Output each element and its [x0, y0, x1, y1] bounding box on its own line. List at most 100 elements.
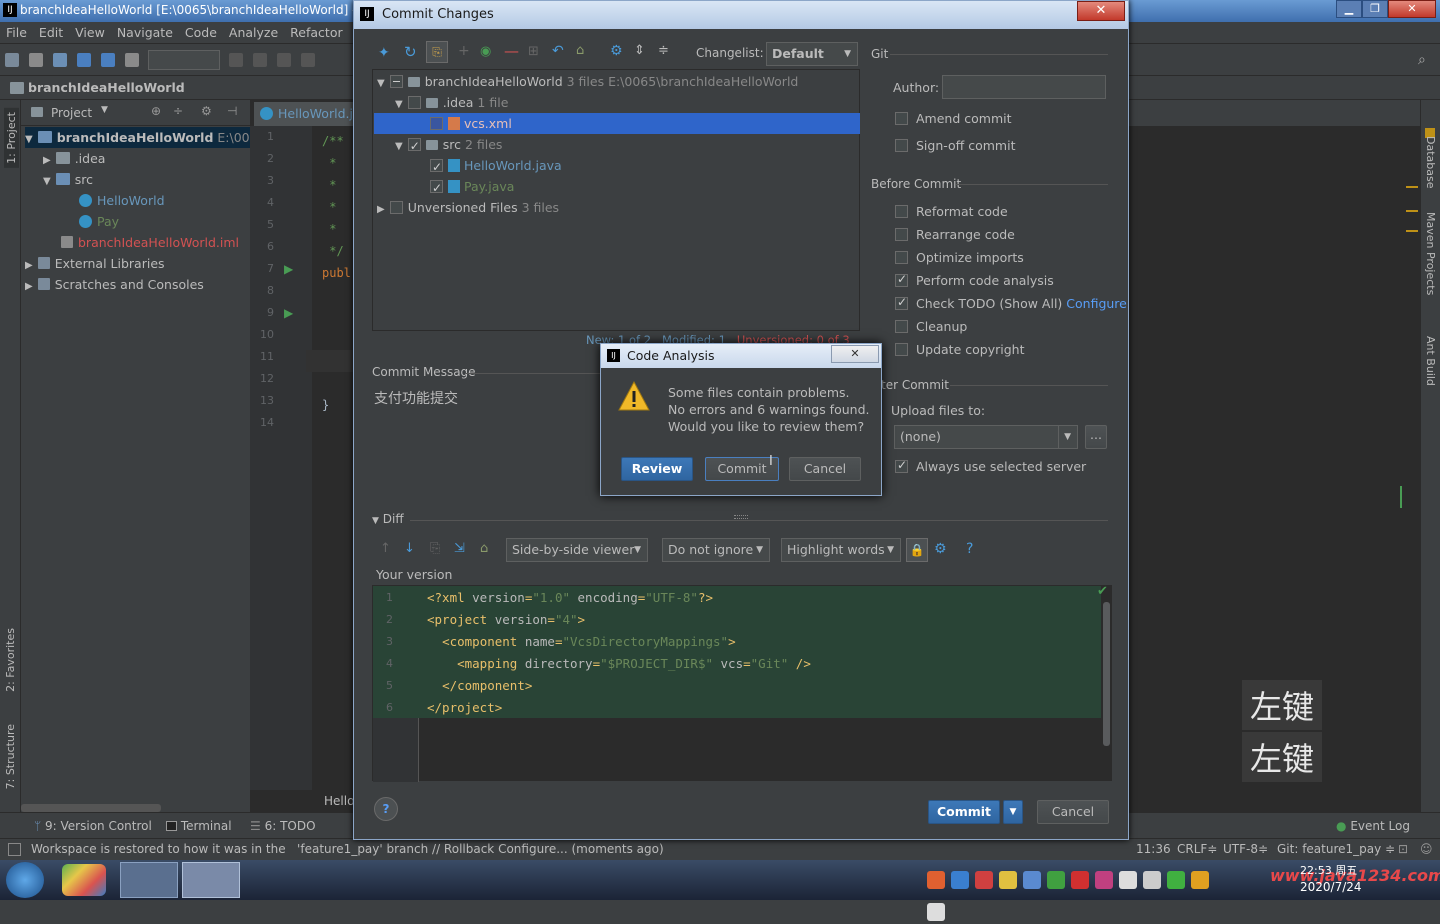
- previous-diff-icon[interactable]: ↑: [380, 541, 391, 556]
- back-icon[interactable]: [77, 53, 91, 67]
- signoff-commit-option[interactable]: Sign-off commit: [895, 138, 1016, 158]
- tray-shield-icon[interactable]: [999, 871, 1017, 889]
- tray-volume-icon[interactable]: [927, 903, 945, 921]
- collapse-all-icon[interactable]: ÷: [173, 104, 183, 118]
- partial-checkbox[interactable]: [389, 75, 403, 88]
- version-control-tab[interactable]: ᛘ 9: Version Control: [34, 819, 152, 833]
- tray-app-icon[interactable]: [975, 871, 993, 889]
- refresh-icon[interactable]: ↻: [404, 43, 417, 61]
- change-node-root[interactable]: ▼ branchIdeaHelloWorld 3 files E:\0065\br…: [377, 71, 798, 92]
- diff-viewer-combo[interactable]: Side-by-side viewer ▼: [506, 538, 648, 562]
- run-icon[interactable]: [228, 53, 243, 67]
- tree-node-module[interactable]: ▼ branchIdeaHelloWorld E:\0065: [25, 127, 266, 148]
- open-icon[interactable]: [5, 53, 19, 67]
- maven-tool-tab[interactable]: Maven Projects: [1424, 212, 1437, 295]
- optimize-imports-option[interactable]: Optimize imports: [895, 250, 1024, 270]
- taskbar-time[interactable]: 22:53 周五: [1300, 862, 1357, 878]
- save-icon[interactable]: [29, 53, 43, 67]
- tree-node-src[interactable]: ▼ src: [43, 169, 93, 190]
- tree-node-iml[interactable]: branchIdeaHelloWorld.iml: [61, 232, 239, 253]
- settings-gear-icon[interactable]: ⚙: [201, 104, 212, 118]
- diff-viewer[interactable]: 1 2 3 4 5 6 <?xml version="1.0" encoding…: [372, 584, 1112, 782]
- collapse-arrow-icon[interactable]: ▶: [43, 155, 51, 166]
- diff-scrollbar[interactable]: [1103, 602, 1110, 746]
- terminal-tab[interactable]: Terminal: [166, 819, 232, 833]
- coverage-icon[interactable]: [276, 53, 291, 67]
- close-window-button[interactable]: ✕: [1388, 0, 1436, 18]
- show-diff-icon[interactable]: ⎘: [426, 41, 448, 63]
- pin-icon[interactable]: ✦: [378, 45, 390, 61]
- check-todo-checkbox[interactable]: [895, 295, 908, 310]
- compare-icon[interactable]: ⌂: [480, 541, 488, 556]
- move-icon[interactable]: ◉: [480, 44, 491, 59]
- revert-icon[interactable]: ↶: [552, 43, 564, 59]
- cleanup-checkbox[interactable]: [895, 320, 908, 333]
- change-node-src[interactable]: ▼src 2 files: [395, 134, 502, 157]
- git-branch[interactable]: Git: feature1_pay ≑: [1277, 842, 1395, 856]
- warning-stripe[interactable]: [1406, 186, 1418, 188]
- warning-stripe[interactable]: [1406, 210, 1418, 212]
- rearrange-code-option[interactable]: Rearrange code: [895, 227, 1015, 247]
- author-input[interactable]: [942, 75, 1106, 99]
- change-node-pay[interactable]: Pay.java: [430, 176, 514, 199]
- helloworld-checkbox[interactable]: [430, 157, 443, 178]
- tray-app-icon[interactable]: [927, 871, 945, 889]
- menu-file[interactable]: File: [0, 22, 33, 40]
- amend-commit-checkbox[interactable]: [895, 112, 908, 125]
- run-gutter-icon[interactable]: ▶: [284, 306, 293, 320]
- collapse-arrow-icon[interactable]: ▶: [377, 204, 385, 215]
- code-analysis-close-button[interactable]: ✕: [831, 345, 879, 363]
- nav-project-name[interactable]: branchIdeaHelloWorld: [28, 80, 185, 95]
- commit-options-dropdown[interactable]: ▼: [1003, 800, 1023, 824]
- expand-arrow-icon[interactable]: ▼: [377, 78, 385, 89]
- taskbar-media-icon[interactable]: [120, 862, 178, 898]
- menu-code[interactable]: Code: [179, 22, 223, 40]
- code-analysis-cancel-button[interactable]: Cancel: [789, 457, 861, 481]
- perform-code-analysis-checkbox[interactable]: [895, 272, 908, 287]
- cleanup-option[interactable]: Cleanup: [895, 319, 967, 339]
- update-copyright-option[interactable]: Update copyright: [895, 342, 1024, 362]
- update-copyright-checkbox[interactable]: [895, 343, 908, 356]
- tree-node-idea[interactable]: ▶ .idea: [43, 148, 105, 169]
- favorites-tool-tab[interactable]: 2: Favorites: [4, 628, 17, 692]
- sync-icon[interactable]: [53, 53, 67, 67]
- always-use-server-checkbox[interactable]: [895, 458, 908, 473]
- configure-todo-link[interactable]: Configure: [1066, 296, 1127, 311]
- forward-icon[interactable]: [101, 53, 115, 67]
- panel-toggle-icon[interactable]: [8, 843, 21, 856]
- rearrange-code-checkbox[interactable]: [895, 228, 908, 241]
- menu-view[interactable]: View: [69, 22, 111, 40]
- splitter-handle[interactable]: [734, 515, 748, 519]
- edit-source-icon[interactable]: ⎘: [430, 541, 440, 556]
- status-message[interactable]: Workspace is restored to how it was in t…: [31, 842, 664, 856]
- check-todo-option[interactable]: Check TODO (Show All) Configure: [895, 295, 1127, 316]
- expand-arrow-icon[interactable]: ▼: [43, 176, 51, 187]
- run-gutter-icon[interactable]: ▶: [284, 262, 293, 276]
- inspector-icon[interactable]: ☺: [1420, 842, 1433, 856]
- tray-wechat-icon[interactable]: [1167, 871, 1185, 889]
- optimize-imports-checkbox[interactable]: [895, 251, 908, 264]
- commit-button[interactable]: Commit: [928, 800, 1000, 824]
- jump-to-source-icon[interactable]: ⇲: [454, 541, 465, 556]
- pay-checkbox[interactable]: [430, 178, 443, 199]
- expand-arrow-icon[interactable]: ▼: [395, 141, 403, 152]
- shelve-icon[interactable]: ⌂: [576, 43, 584, 58]
- help-button[interactable]: ?: [374, 797, 398, 821]
- reformat-code-option[interactable]: Reformat code: [895, 204, 1008, 224]
- idea-checkbox[interactable]: [407, 96, 421, 109]
- project-tool-tab[interactable]: 1: Project: [4, 108, 19, 168]
- view-dropdown-icon[interactable]: ▼: [101, 105, 108, 115]
- group-icon[interactable]: ⊞: [528, 44, 539, 59]
- tray-app-icon[interactable]: [951, 871, 969, 889]
- scroll-from-source-icon[interactable]: ⊕: [151, 104, 161, 118]
- tree-node-pay[interactable]: Pay: [79, 211, 119, 232]
- tray-app-icon[interactable]: [1071, 871, 1089, 889]
- tree-node-external-libraries[interactable]: ▶ External Libraries: [25, 253, 165, 274]
- build-icon[interactable]: [125, 53, 139, 67]
- run-config-combo[interactable]: [147, 50, 220, 70]
- settings-icon[interactable]: ⚙: [610, 43, 623, 59]
- start-button-icon[interactable]: [6, 862, 44, 898]
- cancel-button[interactable]: Cancel: [1037, 800, 1109, 824]
- caret-position[interactable]: 11:36: [1136, 842, 1171, 856]
- add-icon[interactable]: +: [458, 43, 470, 59]
